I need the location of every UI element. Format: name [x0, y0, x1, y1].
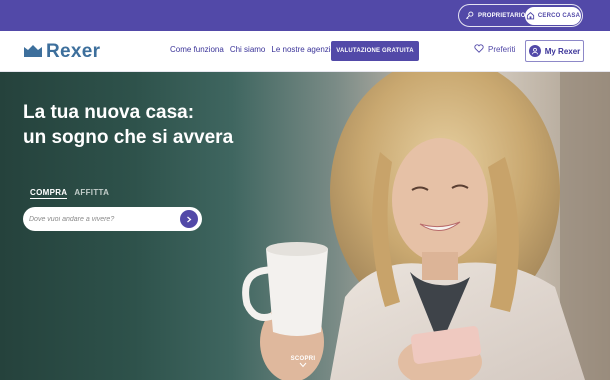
role-switch: PROPRIETARIO CERCO CASA	[458, 4, 583, 27]
my-rexer-button[interactable]: My Rexer	[525, 40, 584, 62]
hero-title-line1: La tua nuova casa:	[23, 102, 195, 123]
my-rexer-label: My Rexer	[544, 46, 581, 56]
chevron-down-icon	[299, 362, 307, 370]
owner-toggle[interactable]: PROPRIETARIO	[465, 8, 526, 24]
favorites-label: Preferiti	[488, 45, 516, 54]
key-icon	[465, 11, 474, 22]
nav-link-how-it-works[interactable]: Come funziona	[170, 45, 224, 54]
tab-buy[interactable]: COMPRA	[30, 188, 68, 199]
tab-rent[interactable]: AFFITTA	[74, 188, 109, 199]
nav-links: Come funziona Chi siamo Le nostre agenzi…	[170, 45, 335, 54]
free-valuation-button[interactable]: VALUTAZIONE GRATUITA	[331, 41, 419, 61]
hero-title: La tua nuova casa: un sogno che si avver…	[23, 100, 283, 150]
location-search-input[interactable]	[29, 211, 174, 227]
logo-text: Rexer	[46, 41, 101, 62]
heart-icon	[474, 44, 484, 55]
hero-section: La tua nuova casa: un sogno che si avver…	[0, 72, 610, 380]
search-submit-button[interactable]	[180, 210, 198, 228]
main-navbar: Rexer Come funziona Chi siamo Le nostre …	[0, 31, 610, 72]
favorites-link[interactable]: Preferiti	[474, 44, 516, 55]
nav-link-agencies[interactable]: Le nostre agenzie	[271, 45, 335, 54]
search-home-label: CERCO CASA	[537, 13, 581, 19]
owner-label: PROPRIETARIO	[478, 13, 526, 19]
top-bar: PROPRIETARIO CERCO CASA	[0, 0, 610, 31]
nav-link-about-us[interactable]: Chi siamo	[230, 45, 266, 54]
location-search-box	[23, 207, 202, 231]
house-icon	[526, 11, 535, 22]
arrow-right-icon	[186, 210, 192, 228]
user-icon	[528, 45, 541, 57]
discover-link[interactable]: SCOPRI	[288, 356, 318, 370]
crown-logo-icon	[23, 43, 43, 62]
logo[interactable]: Rexer	[23, 41, 101, 62]
hero-title-line2: un sogno che si avvera	[23, 127, 234, 148]
search-home-toggle[interactable]: CERCO CASA	[525, 7, 581, 25]
search-mode-tabs: COMPRA AFFITTA	[30, 188, 109, 199]
